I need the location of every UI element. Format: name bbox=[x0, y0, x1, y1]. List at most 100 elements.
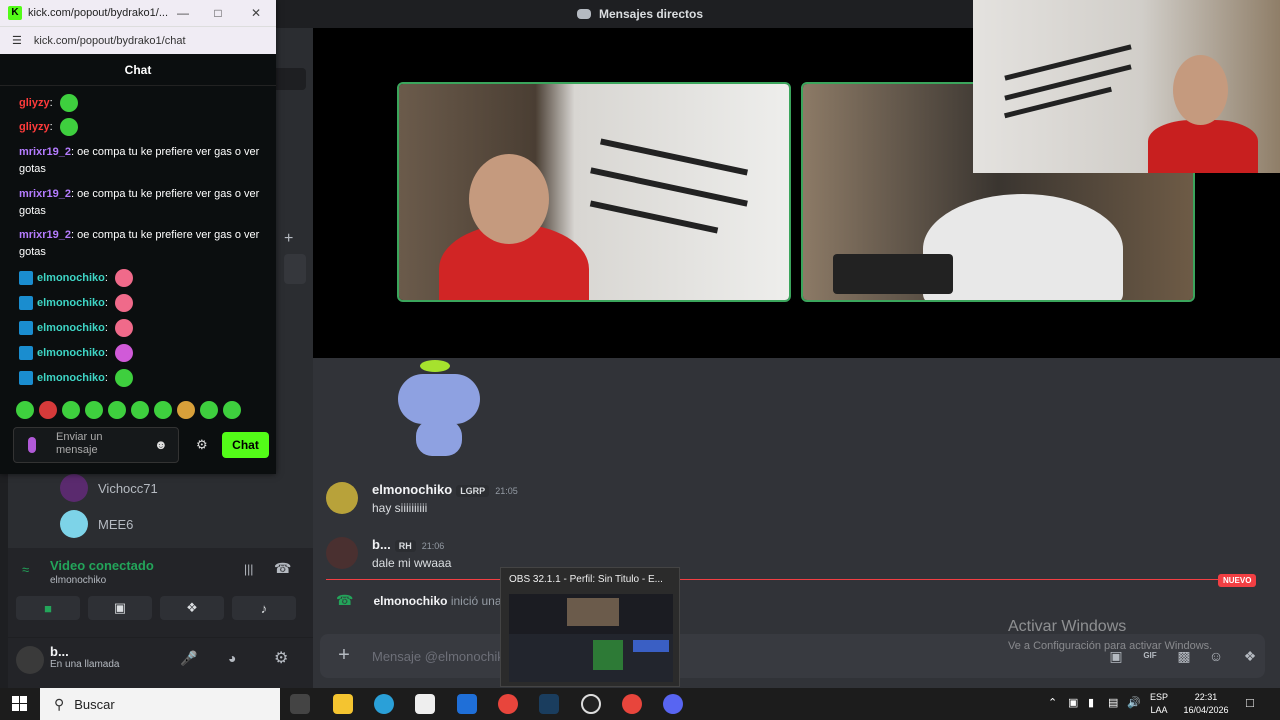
network-icon[interactable]: ▤ bbox=[1108, 696, 1118, 709]
chevron-up-icon[interactable]: ⌃ bbox=[1048, 696, 1057, 709]
chat-username[interactable]: gliyzy bbox=[19, 97, 50, 109]
soundboard-button[interactable]: ♪ bbox=[232, 596, 296, 620]
chat-username[interactable]: mrixr19_2 bbox=[19, 146, 71, 158]
chat-settings-icon[interactable]: ⚙ bbox=[196, 437, 208, 453]
maximize-icon[interactable]: □ bbox=[209, 4, 227, 22]
chat-username[interactable]: elmonochiko bbox=[37, 272, 105, 284]
emoji-picker-icon[interactable]: ☻ bbox=[154, 437, 168, 452]
kick-url-bar[interactable]: ☰ kick.com/popout/bydrako1/chat bbox=[0, 26, 276, 54]
emote-icon bbox=[114, 319, 133, 337]
chat-username[interactable]: mrixr19_2 bbox=[19, 229, 71, 241]
voice-channel[interactable]: elmonochiko bbox=[50, 575, 106, 586]
vegas-icon[interactable] bbox=[539, 694, 559, 714]
kick-chat-header: Chat bbox=[0, 54, 276, 86]
chat-username[interactable]: gliyzy bbox=[19, 121, 50, 133]
kick-popout-window: K kick.com/popout/bydrako1/... — □ ✕ ☰ k… bbox=[0, 0, 276, 474]
chat-username[interactable]: elmonochiko bbox=[37, 322, 105, 334]
tray-app-icon[interactable]: ▣ bbox=[1068, 696, 1078, 709]
taskbar-search[interactable]: ⚲ Buscar bbox=[40, 688, 280, 720]
emote-quick-bar bbox=[16, 401, 241, 419]
send-chat-button[interactable]: Chat bbox=[222, 432, 269, 458]
user-panel: b... En una llamada 🎤 ◕ ⚙ bbox=[8, 638, 313, 688]
dm-item-mee6[interactable]: MEE6 bbox=[60, 510, 133, 538]
user-avatar[interactable] bbox=[16, 646, 44, 674]
mail-icon[interactable] bbox=[457, 694, 477, 714]
file-explorer-icon[interactable] bbox=[333, 694, 353, 714]
notifications-icon[interactable]: □ bbox=[1246, 695, 1254, 710]
emote-icon[interactable] bbox=[39, 401, 57, 419]
obs-icon[interactable] bbox=[581, 694, 601, 714]
activities-button[interactable]: ❖ bbox=[160, 596, 224, 620]
edge-icon[interactable] bbox=[374, 694, 394, 714]
clock-date: 16/04/2026 bbox=[1183, 705, 1229, 715]
chat-username[interactable]: elmonochiko bbox=[37, 297, 105, 309]
dm-item-vichocc71[interactable]: Vichocc71 bbox=[60, 474, 158, 502]
chat-message: mrixr19_2: oe compa tu ke prefiere ver g… bbox=[19, 146, 260, 175]
message-author[interactable]: b... bbox=[372, 537, 391, 552]
emote-icon[interactable] bbox=[177, 401, 195, 419]
task-view-icon[interactable] bbox=[290, 694, 310, 714]
volume-icon[interactable]: 🔊 bbox=[1127, 696, 1141, 709]
emote-icon bbox=[114, 294, 133, 312]
dm-name: Vichocc71 bbox=[98, 480, 158, 496]
avatar[interactable] bbox=[326, 537, 358, 569]
emote-icon[interactable] bbox=[85, 401, 103, 419]
emote-icon[interactable] bbox=[200, 401, 218, 419]
close-icon[interactable]: ✕ bbox=[247, 4, 265, 22]
chat-username[interactable]: elmonochiko bbox=[37, 372, 105, 384]
video-tile-1[interactable] bbox=[397, 82, 791, 302]
camera-button[interactable]: ■ bbox=[16, 596, 80, 620]
chat-username[interactable]: mrixr19_2 bbox=[19, 188, 71, 200]
add-dm-icon[interactable]: + bbox=[284, 230, 293, 248]
camera-icon: ■ bbox=[44, 600, 52, 616]
emote-icon[interactable] bbox=[16, 401, 34, 419]
site-info-icon[interactable]: ☰ bbox=[12, 34, 22, 47]
screen-share-button[interactable]: ▣ bbox=[88, 596, 152, 620]
windows-start-icon[interactable] bbox=[12, 696, 28, 712]
message-author[interactable]: elmonochiko bbox=[372, 482, 452, 497]
headphones-icon[interactable]: ◕ bbox=[228, 650, 236, 666]
user-status: En una llamada bbox=[50, 659, 120, 670]
discord-logo-icon bbox=[576, 9, 591, 19]
input-language[interactable]: ESP LAA bbox=[1150, 691, 1168, 717]
selected-dm-highlight[interactable] bbox=[284, 254, 306, 284]
avatar[interactable] bbox=[326, 482, 358, 514]
settings-gear-icon[interactable]: ⚙ bbox=[274, 648, 288, 668]
chat-message: gliyzy: bbox=[19, 118, 264, 136]
voice-status: Video conectado bbox=[50, 558, 154, 573]
disconnect-icon[interactable]: ☎ bbox=[274, 560, 291, 577]
subscriber-badge-icon bbox=[19, 346, 33, 360]
signal-icon[interactable]: ≈ bbox=[22, 562, 29, 577]
emote-icon[interactable] bbox=[131, 401, 149, 419]
apps-icon[interactable]: ❖ bbox=[1240, 646, 1260, 666]
new-badge: NUEVO bbox=[1218, 574, 1257, 587]
windows-taskbar: ⚲ Buscar ⌃ ▣ ▮ ▤ 🔊 ESP LAA 22:31 16/04/2… bbox=[0, 688, 1280, 720]
activation-watermark-subtitle: Ve a Configuración para activar Windows. bbox=[1008, 640, 1213, 652]
minimize-icon[interactable]: — bbox=[174, 4, 192, 22]
microphone-icon[interactable] bbox=[28, 437, 36, 453]
clock[interactable]: 22:31 16/04/2026 bbox=[1176, 691, 1236, 717]
emote-icon[interactable] bbox=[108, 401, 126, 419]
attach-plus-icon[interactable]: + bbox=[332, 644, 356, 668]
noise-suppression-icon[interactable]: ||| bbox=[244, 562, 253, 576]
chat-message: elmonochiko: bbox=[19, 344, 264, 362]
lang-layout: LAA bbox=[1150, 705, 1168, 715]
call-author[interactable]: elmonochiko bbox=[373, 594, 447, 608]
chat-message: mrixr19_2: oe compa tu ke prefiere ver g… bbox=[19, 188, 260, 217]
kick-chat-input[interactable]: Enviar un mensaje ☻ bbox=[13, 427, 179, 463]
chat-message: elmonochiko: bbox=[19, 269, 264, 287]
chrome-icon[interactable] bbox=[622, 694, 642, 714]
soundboard-icon: ♪ bbox=[260, 600, 268, 616]
chat-username[interactable]: elmonochiko bbox=[37, 347, 105, 359]
emote-icon[interactable] bbox=[154, 401, 172, 419]
discord-icon[interactable] bbox=[663, 694, 683, 714]
microphone-icon[interactable]: 🎤 bbox=[180, 650, 197, 667]
usb-icon[interactable]: ▮ bbox=[1088, 696, 1094, 709]
obs-thumbnail[interactable] bbox=[509, 594, 673, 682]
emote-icon[interactable] bbox=[223, 401, 241, 419]
emote-icon[interactable] bbox=[62, 401, 80, 419]
new-messages-divider bbox=[326, 579, 1256, 580]
chrome-icon[interactable] bbox=[498, 694, 518, 714]
store-icon[interactable] bbox=[415, 694, 435, 714]
obs-taskbar-preview[interactable]: OBS 32.1.1 - Perfil: Sin Titulo - E... bbox=[500, 567, 680, 687]
